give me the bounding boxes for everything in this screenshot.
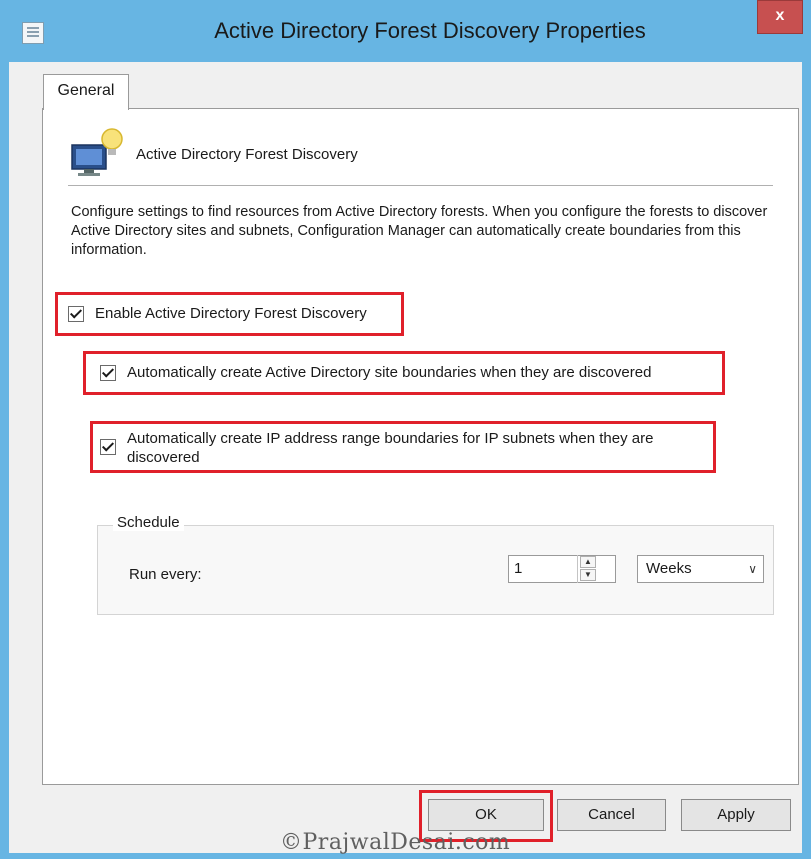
interval-unit-select[interactable]: Weeks ∨ <box>637 555 764 583</box>
watermark-text: ©PrajwalDesai.com <box>280 830 511 855</box>
site-boundaries-label[interactable]: Automatically create Active Directory si… <box>127 363 651 382</box>
interval-unit-value: Weeks <box>646 560 692 577</box>
feature-name: Active Directory Forest Discovery <box>136 146 358 163</box>
apply-button[interactable]: Apply <box>681 799 791 831</box>
interval-input[interactable]: 1 <box>508 555 616 583</box>
run-every-label: Run every: <box>129 566 202 583</box>
interval-spinner[interactable]: ▲ ▼ <box>577 555 598 583</box>
description-text: Configure settings to find resources fro… <box>71 204 768 258</box>
header-separator <box>68 185 773 186</box>
window-title: Active Directory Forest Discovery Proper… <box>214 18 646 43</box>
ok-button[interactable]: OK <box>428 799 544 831</box>
close-button[interactable]: x <box>757 0 803 34</box>
title-bar[interactable]: Active Directory Forest Discovery Proper… <box>0 0 811 62</box>
ip-boundaries-label[interactable]: Automatically create IP address range bo… <box>127 429 707 467</box>
chevron-down-icon: ∨ <box>748 562 757 576</box>
schedule-group-title: Schedule <box>113 514 184 531</box>
dialog-client-area: General Active Directory Forest Discover… <box>9 62 802 853</box>
discovery-computer-icon <box>71 128 123 176</box>
ip-boundaries-checkbox[interactable] <box>100 439 116 455</box>
general-tab-page: Active Directory Forest Discovery Config… <box>42 108 799 785</box>
window-menu-icon[interactable] <box>22 22 44 44</box>
spin-up-arrow-icon[interactable]: ▲ <box>580 556 596 568</box>
spin-down-arrow-icon[interactable]: ▼ <box>580 569 596 581</box>
properties-dialog: Active Directory Forest Discovery Proper… <box>0 0 811 859</box>
enable-discovery-label[interactable]: Enable Active Directory Forest Discovery <box>95 304 367 323</box>
site-boundaries-checkbox[interactable] <box>100 365 116 381</box>
cancel-button[interactable]: Cancel <box>557 799 666 831</box>
enable-discovery-checkbox[interactable] <box>68 306 84 322</box>
tab-general[interactable]: General <box>43 74 129 110</box>
